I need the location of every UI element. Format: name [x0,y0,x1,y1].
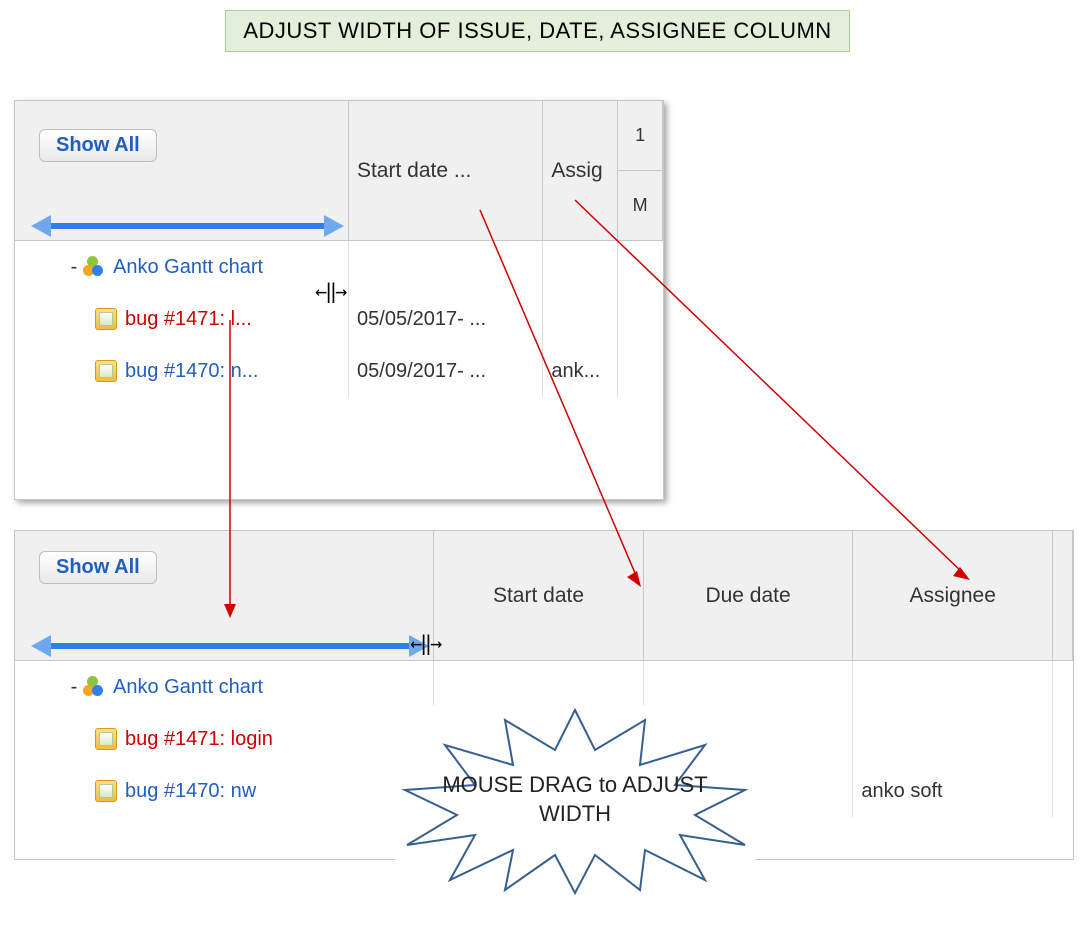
cell-assignee [853,713,1053,765]
cell-calendar [618,293,663,345]
header-assignee: Assignee [853,531,1053,660]
cell-assignee: anko soft [853,765,1053,817]
bug-icon [95,780,117,802]
header-assignee: Assig [543,101,618,240]
cell-calendar [618,345,663,397]
column-resize-handle[interactable]: ←‖→ [410,631,440,655]
cell-issue: - Anko Gantt chart [15,241,349,293]
cell-assignee [543,241,618,293]
show-all-button[interactable]: Show All [39,129,157,162]
header-assignee-label: Assignee [909,584,995,608]
issue-link[interactable]: bug #1471: login [125,728,273,751]
cell-assignee: ank... [543,345,618,397]
show-all-button[interactable]: Show All [39,551,157,584]
cell-calendar [1053,713,1073,765]
cell-issue: - Anko Gantt chart [15,661,434,713]
collapse-icon[interactable]: - [65,676,83,699]
issue-link[interactable]: bug #1470: nw [125,780,256,803]
header-due-date-label: Due date [705,584,790,608]
column-resize-handle[interactable]: ←‖→ [315,279,345,303]
header-start-date: Start date [434,531,644,660]
project-icon [83,256,105,278]
width-arrow-icon [45,223,330,229]
header-assignee-label: Assig [551,159,602,183]
header-row: Show All Start date Due date Assignee [15,531,1073,661]
cell-calendar [618,241,663,293]
header-start-date-label: Start date [493,584,584,608]
cell-assignee [853,661,1053,713]
cell-start-date [349,241,543,293]
cell-issue: bug #1470: nw [15,765,434,817]
header-start-date: Start date ... [349,101,543,240]
bug-icon [95,360,117,382]
drag-callout-text: MOUSE DRAG to ADJUST WIDTH [395,771,755,828]
instruction-banner: ADJUST WIDTH OF ISSUE, DATE, ASSIGNEE CO… [225,10,850,52]
calendar-day: 1 [618,101,662,171]
instruction-text: ADJUST WIDTH OF ISSUE, DATE, ASSIGNEE CO… [243,18,831,44]
header-start-date-label: Start date ... [357,159,471,183]
bug-icon [95,728,117,750]
issue-link[interactable]: Anko Gantt chart [113,676,263,699]
calendar-weekday: M [618,171,662,240]
bug-icon [95,308,117,330]
cell-calendar [1053,661,1073,713]
project-icon [83,676,105,698]
issue-link[interactable]: Anko Gantt chart [113,256,263,279]
cell-issue: bug #1471: l... [15,293,349,345]
header-calendar: 1 M [618,101,663,240]
issue-link[interactable]: bug #1471: l... [125,308,252,331]
header-issue: Show All [15,531,434,660]
cell-issue: bug #1470: n... [15,345,349,397]
cell-calendar [1053,765,1073,817]
collapse-icon[interactable]: - [65,256,83,279]
drag-callout: MOUSE DRAG to ADJUST WIDTH [395,705,755,895]
header-calendar [1053,531,1073,660]
cell-start-date: 05/09/2017- ... [349,345,543,397]
width-arrow-icon [45,643,415,649]
cell-assignee [543,293,618,345]
header-issue: Show All [15,101,349,240]
gantt-table-before: Show All Start date ... Assig 1 M - Anko… [14,100,664,500]
table-row[interactable]: bug #1470: n... 05/09/2017- ... ank... [15,345,663,397]
cell-issue: bug #1471: login [15,713,434,765]
issue-link[interactable]: bug #1470: n... [125,360,258,383]
cell-start-date: 05/05/2017- ... [349,293,543,345]
header-due-date: Due date [644,531,854,660]
